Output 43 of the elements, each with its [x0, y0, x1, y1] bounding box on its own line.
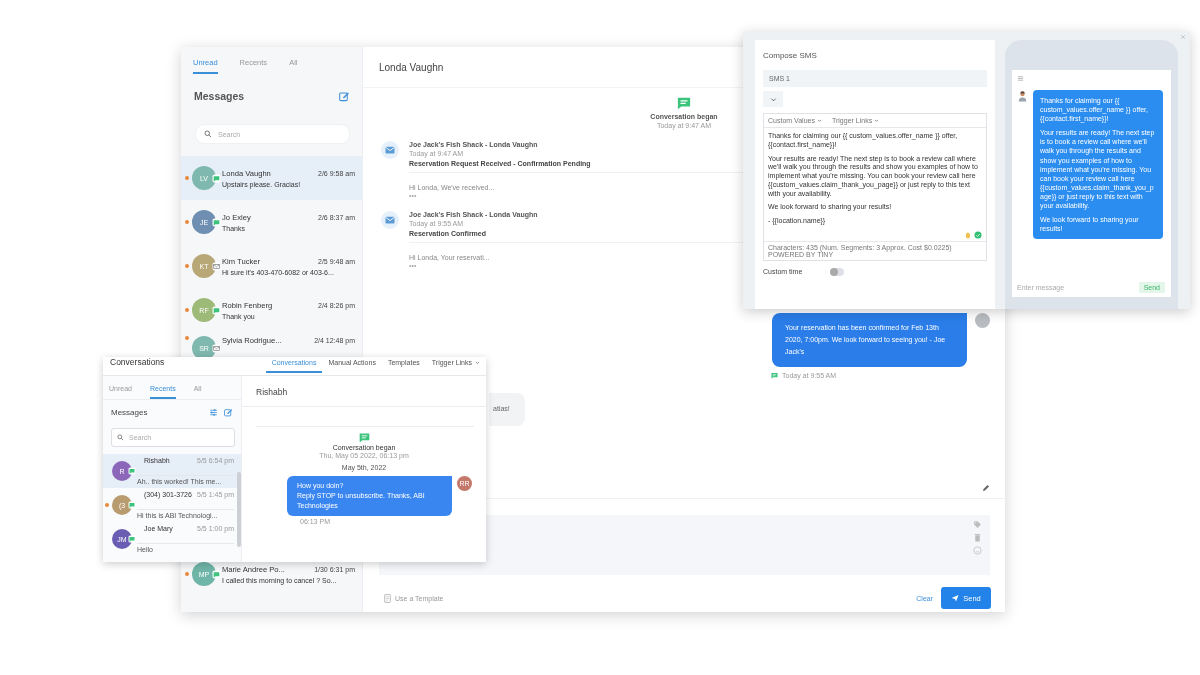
menu-icon[interactable]	[1017, 75, 1024, 82]
envelope-icon	[381, 141, 399, 159]
chat-icon	[128, 467, 136, 475]
emoji-icon[interactable]	[973, 546, 982, 555]
compose-icon[interactable]	[339, 90, 350, 102]
pencil-icon[interactable]	[982, 484, 990, 492]
window-title: Conversations	[110, 357, 165, 369]
trash-icon[interactable]	[973, 533, 982, 542]
chat-icon	[128, 535, 136, 543]
chat-icon	[128, 501, 136, 509]
scrollbar[interactable]	[237, 472, 241, 547]
caret-icon	[874, 118, 880, 123]
message-editor[interactable]	[763, 113, 987, 261]
avatar	[975, 313, 990, 328]
chat-icon	[358, 432, 370, 443]
compose-icon[interactable]	[224, 408, 233, 417]
search-icon	[204, 130, 212, 138]
person-icon	[1017, 90, 1028, 102]
toggle-switch[interactable]	[830, 267, 845, 276]
caret-icon	[769, 95, 777, 103]
chat-icon	[212, 570, 221, 579]
filter-icon[interactable]	[209, 408, 218, 417]
caret-icon	[816, 118, 822, 123]
chat-icon	[212, 306, 221, 315]
search-icon	[117, 434, 124, 441]
dropdown[interactable]	[763, 91, 783, 107]
dialog-title: Compose SMS	[763, 51, 818, 60]
chat-title: Rishabh	[242, 376, 486, 407]
envelope-icon	[212, 262, 221, 271]
send-icon	[951, 594, 960, 602]
messages-heading: Messages	[194, 90, 245, 102]
close-icon[interactable]	[1180, 34, 1186, 40]
document-icon	[383, 593, 392, 603]
caret-icon	[475, 360, 480, 365]
envelope-icon	[212, 344, 221, 353]
chat-icon	[771, 371, 778, 379]
messages-heading: Messages	[111, 408, 148, 417]
chat-icon	[677, 96, 691, 110]
envelope-icon	[381, 211, 399, 229]
chat-icon	[212, 174, 221, 183]
tag-icon[interactable]	[973, 520, 982, 529]
check-icon	[974, 230, 982, 239]
chat-icon	[212, 218, 221, 227]
